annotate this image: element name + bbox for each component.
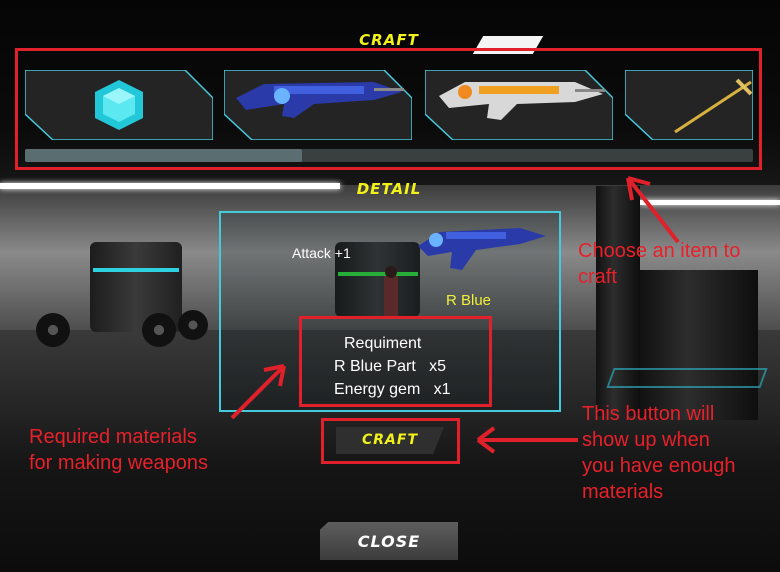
weapon-name: R Blue bbox=[446, 292, 492, 309]
craft-button-face[interactable]: CRAFT bbox=[336, 427, 444, 454]
annotation-materials-note: Required materials for making weapons bbox=[29, 424, 208, 476]
annotation-choose-item: Choose an item to craft bbox=[578, 238, 740, 290]
annotation-line: This button will bbox=[582, 403, 715, 425]
craft-button[interactable]: CRAFT bbox=[321, 418, 460, 464]
close-button-label: CLOSE bbox=[357, 532, 421, 551]
annotation-button-note: This button will show up when you have e… bbox=[582, 401, 735, 505]
attack-stat: Attack +1 bbox=[292, 245, 351, 261]
annotation-line: materials bbox=[582, 481, 664, 503]
requirements-heading: Requiment bbox=[344, 335, 422, 352]
requirement-item: R Blue Part x5 bbox=[334, 358, 447, 375]
floor-platform bbox=[606, 368, 768, 388]
light-strip bbox=[0, 183, 340, 189]
craft-title: CRAFT bbox=[359, 31, 419, 49]
close-button[interactable]: CLOSE bbox=[320, 522, 458, 560]
annotation-line: Choose an item to bbox=[578, 240, 741, 262]
craft-button-label: CRAFT bbox=[361, 432, 418, 448]
light-strip bbox=[640, 200, 780, 205]
annotation-line: you have enough bbox=[582, 455, 736, 477]
annotation-box-item-strip bbox=[15, 48, 762, 170]
detail-title: DETAIL bbox=[356, 180, 422, 198]
annotation-line: Required materials bbox=[29, 426, 197, 448]
annotation-line: for making weapons bbox=[29, 452, 208, 474]
tower-base bbox=[640, 270, 758, 420]
annotation-line: show up when bbox=[582, 429, 710, 451]
requirement-item: Energy gem x1 bbox=[334, 381, 451, 398]
annotation-line: craft bbox=[578, 266, 617, 288]
requirements-box: Requiment R Blue Part x5 Energy gem x1 bbox=[299, 316, 492, 407]
